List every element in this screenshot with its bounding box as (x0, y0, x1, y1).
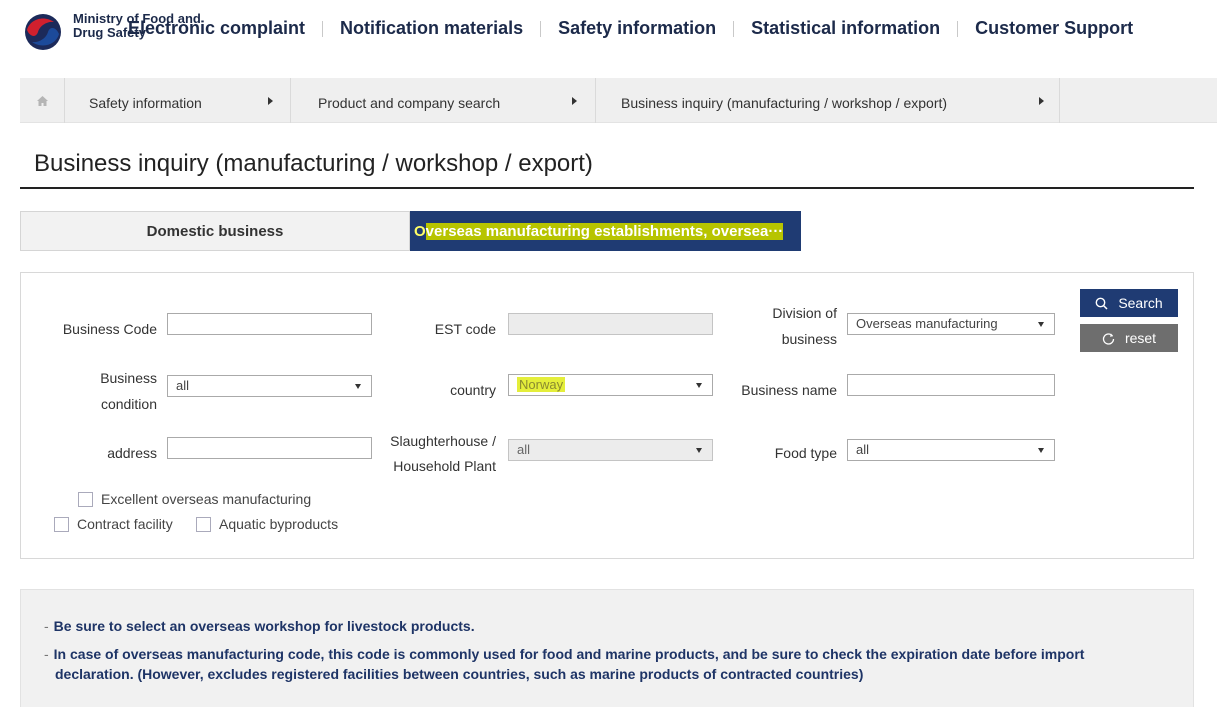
tab-overseas-label-first: O (414, 222, 426, 240)
breadcrumb: Safety information Product and company s… (20, 78, 1217, 123)
nav-customer-support[interactable]: Customer Support (975, 18, 1133, 39)
dropdown-caret-icon (1038, 322, 1044, 327)
business-condition-label-line1: Business (100, 370, 157, 386)
tab-overseas-label-rest: verseas manufacturing establishments, ov… (425, 222, 784, 240)
notice-text: In case of overseas manufacturing code, … (53, 646, 1085, 662)
page-title: Business inquiry (manufacturing / worksh… (34, 150, 593, 177)
contract-facility-checkbox[interactable] (54, 516, 69, 532)
division-select[interactable]: Overseas manufacturing (847, 313, 1055, 335)
government-logo-icon[interactable] (24, 13, 62, 51)
notice-text: Be sure to select an overseas workshop f… (53, 618, 475, 634)
breadcrumb-home[interactable] (20, 78, 65, 123)
division-label-line2: business (781, 331, 837, 347)
aquatic-byproducts-label: Aquatic byproducts (219, 516, 339, 532)
business-name-input[interactable] (847, 374, 1055, 396)
country-select[interactable]: Norway (508, 374, 713, 396)
address-label: address (107, 445, 157, 461)
nav-divider (957, 20, 959, 37)
nav-notification-materials[interactable]: Notification materials (340, 18, 523, 39)
breadcrumb-label: Product and company search (318, 95, 501, 111)
breadcrumb-label: Business inquiry (manufacturing / worksh… (621, 95, 948, 111)
dropdown-caret-icon (696, 383, 702, 388)
slaughterhouse-value: all (517, 442, 531, 457)
search-panel: Business Code EST code Division of busin… (20, 272, 1194, 559)
est-code-label: EST code (434, 321, 496, 337)
food-type-value: all (856, 442, 870, 457)
business-condition-label-line2: condition (100, 396, 157, 412)
notice-line-continued: declaration. (However, excludes register… (55, 666, 864, 682)
reset-button-label: reset (1124, 330, 1157, 346)
aquatic-byproducts-checkbox[interactable] (196, 516, 211, 532)
caret-right-icon (268, 97, 273, 105)
caret-right-icon (1039, 97, 1044, 105)
nav-electronic-complaint[interactable]: Electronic complaint (128, 18, 305, 39)
nav-divider (322, 20, 324, 37)
excellent-overseas-checkbox[interactable] (78, 491, 93, 507)
food-type-label: Food type (774, 445, 837, 461)
caret-right-icon (572, 97, 577, 105)
breadcrumb-item-business-inquiry[interactable]: Business inquiry (manufacturing / worksh… (597, 78, 1060, 123)
dropdown-caret-icon (1038, 448, 1044, 453)
notice-bullet: - (44, 646, 49, 662)
tab-domestic-business[interactable]: Domestic business (20, 211, 410, 251)
reset-button[interactable]: reset (1080, 324, 1178, 352)
address-input[interactable] (167, 437, 372, 459)
excellent-overseas-checkbox-row[interactable]: Excellent overseas manufacturing (78, 491, 311, 507)
site-header: Ministry of Food and Drug Safety Electro… (0, 0, 1217, 62)
business-type-tabs: Domestic business Overseas manufacturing… (20, 211, 801, 251)
notice-box: - Be sure to select an overseas workshop … (20, 589, 1194, 707)
home-icon (36, 95, 48, 106)
dropdown-caret-icon (355, 384, 361, 389)
breadcrumb-item-product-company-search[interactable]: Product and company search (294, 78, 596, 123)
breadcrumb-label: Safety information (89, 95, 202, 111)
breadcrumb-item-safety-information[interactable]: Safety information (65, 78, 291, 123)
country-select-value: Norway (517, 377, 566, 392)
division-select-value: Overseas manufacturing (856, 316, 998, 331)
country-label: country (450, 382, 496, 398)
nav-divider (540, 20, 542, 37)
contract-facility-label: Contract facility (77, 516, 173, 532)
slaughterhouse-label-line1: Slaughterhouse / (390, 433, 496, 449)
slaughterhouse-select[interactable]: all (508, 439, 713, 461)
contract-facility-checkbox-row[interactable]: Contract facility (54, 516, 173, 532)
notice-line: - Be sure to select an overseas workshop … (44, 616, 475, 636)
est-code-input[interactable] (508, 313, 713, 335)
nav-safety-information[interactable]: Safety information (558, 18, 716, 39)
excellent-overseas-label: Excellent overseas manufacturing (101, 491, 312, 507)
business-condition-value: all (176, 378, 190, 393)
tab-overseas-manufacturing[interactable]: Overseas manufacturing establishments, o… (410, 211, 801, 251)
business-name-label: Business name (741, 382, 837, 398)
nav-divider (733, 20, 735, 37)
nav-statistical-information[interactable]: Statistical information (751, 18, 940, 39)
refresh-icon (1102, 332, 1115, 345)
title-divider (20, 187, 1194, 189)
division-label-line1: Division of (772, 305, 837, 321)
aquatic-byproducts-checkbox-row[interactable]: Aquatic byproducts (196, 516, 338, 532)
notice-line: - In case of overseas manufacturing code,… (44, 644, 1084, 664)
search-icon (1095, 297, 1108, 310)
business-condition-select[interactable]: all (167, 375, 372, 397)
search-button[interactable]: Search (1080, 289, 1178, 317)
business-code-label: Business Code (62, 321, 157, 337)
food-type-select[interactable]: all (847, 439, 1055, 461)
dropdown-caret-icon (696, 448, 702, 453)
notice-bullet: - (44, 618, 49, 634)
main-navigation: Electronic complaint Notification materi… (128, 18, 1133, 39)
search-button-label: Search (1118, 295, 1163, 311)
business-code-input[interactable] (167, 313, 372, 335)
slaughterhouse-label-line2: Household Plant (393, 458, 496, 474)
